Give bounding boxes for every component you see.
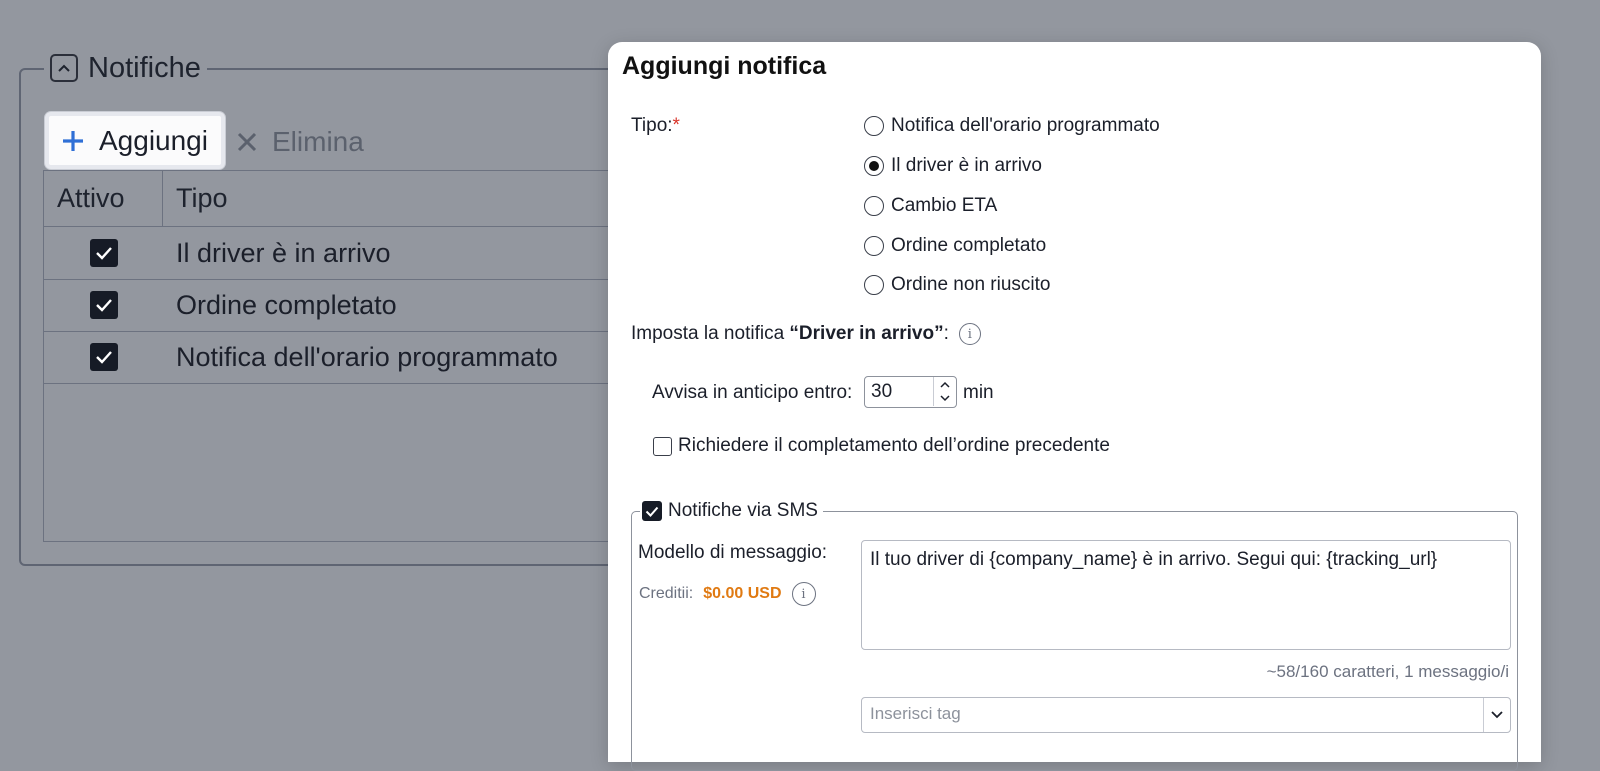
row-type: Notifica dell'orario programmato — [176, 342, 558, 372]
column-divider — [162, 171, 163, 226]
credits-label: Creditii: — [639, 585, 694, 602]
notifications-table: Attivo Tipo Il driver è in arrivo Ordine… — [43, 170, 643, 542]
radio-button[interactable] — [864, 236, 884, 256]
credits-value: $0.00 USD — [703, 585, 782, 602]
require-previous-option[interactable]: Richiedere il completamento dell’ordine … — [653, 435, 1110, 457]
radio-label: Ordine non riuscito — [891, 274, 1051, 295]
radio-option-scheduled[interactable]: Notifica dell'orario programmato — [864, 111, 1160, 141]
setting-name: “Driver in arrivo” — [789, 323, 944, 344]
chevron-down-icon[interactable] — [940, 395, 950, 402]
sms-checkbox[interactable] — [642, 501, 662, 521]
setting-suffix: : — [943, 323, 949, 344]
chevron-up-icon[interactable] — [940, 381, 950, 388]
require-previous-checkbox[interactable] — [653, 436, 672, 456]
active-checkbox[interactable] — [90, 291, 118, 319]
table-row[interactable]: Il driver è in arrivo — [44, 227, 642, 280]
chevron-up-icon — [58, 64, 70, 72]
insert-tag-select[interactable]: Inserisci tag — [861, 697, 1511, 733]
dropdown-toggle[interactable] — [1483, 698, 1510, 732]
dialog-title: Aggiungi notifica — [622, 52, 827, 80]
info-icon[interactable]: i — [958, 323, 981, 345]
active-checkbox[interactable] — [90, 343, 118, 371]
close-icon — [237, 132, 257, 152]
row-type: Ordine completato — [176, 290, 397, 320]
table-row[interactable]: Ordine completato — [44, 279, 642, 332]
radio-option-eta-change[interactable]: Cambio ETA — [864, 191, 997, 221]
credits-row: Creditii: $0.00 USD i — [639, 582, 816, 606]
template-label: Modello di messaggio: — [638, 542, 828, 563]
active-checkbox[interactable] — [90, 239, 118, 267]
tag-placeholder: Inserisci tag — [870, 704, 961, 723]
row-type: Il driver è in arrivo — [176, 238, 391, 268]
radio-label: Il driver è in arrivo — [891, 155, 1042, 176]
radio-button-selected[interactable] — [864, 156, 884, 176]
sms-legend-label: Notifiche via SMS — [668, 500, 818, 521]
add-notification-dialog: Aggiungi notifica Tipo:* Notifica dell'o… — [608, 42, 1541, 771]
advance-label: Avvisa in anticipo entro: — [652, 382, 853, 403]
setting-heading: Imposta la notifica “Driver in arrivo”: … — [631, 323, 981, 345]
radio-label: Ordine completato — [891, 235, 1047, 256]
radio-option-order-failed[interactable]: Ordine non riuscito — [864, 270, 1050, 300]
advance-minutes-input[interactable]: 30 — [864, 376, 957, 408]
radio-label: Notifica dell'orario programmato — [891, 115, 1160, 136]
radio-button[interactable] — [864, 116, 884, 136]
checkmark-icon — [96, 299, 112, 312]
collapse-button[interactable] — [50, 54, 78, 82]
chevron-down-icon — [1491, 711, 1503, 719]
column-header-type: Tipo — [176, 183, 228, 213]
radio-option-driver-arriving[interactable]: Il driver è in arrivo — [864, 151, 1042, 181]
add-button[interactable]: Aggiungi — [45, 112, 225, 169]
notifications-title: Notifiche — [88, 51, 201, 84]
require-previous-label: Richiedere il completamento dell’ordine … — [678, 435, 1110, 456]
checkmark-icon — [645, 506, 659, 517]
add-button-label: Aggiungi — [99, 124, 208, 156]
advance-unit: min — [963, 382, 994, 403]
advance-value: 30 — [871, 381, 893, 402]
character-counter: ~58/160 caratteri, 1 messaggio/i — [1266, 662, 1509, 681]
radio-button[interactable] — [864, 196, 884, 216]
sms-legend[interactable]: Notifiche via SMS — [640, 499, 823, 523]
message-template-textarea[interactable]: Il tuo driver di {company_name} è in arr… — [861, 540, 1511, 650]
setting-prefix: Imposta la notifica — [631, 323, 790, 344]
radio-option-order-completed[interactable]: Ordine completato — [864, 231, 1046, 261]
checkmark-icon — [96, 247, 112, 260]
info-icon[interactable]: i — [791, 582, 816, 606]
column-header-active: Attivo — [57, 183, 125, 213]
radio-button[interactable] — [864, 275, 884, 295]
checkmark-icon — [96, 351, 112, 364]
type-label: Tipo:* — [631, 115, 680, 137]
delete-button-label: Elimina — [272, 126, 364, 157]
table-header: Attivo Tipo — [44, 171, 642, 227]
notifications-legend: Notifiche — [44, 48, 207, 88]
delete-button[interactable]: Elimina — [236, 122, 364, 162]
required-mark: * — [672, 115, 680, 136]
number-stepper[interactable] — [933, 377, 956, 406]
radio-label: Cambio ETA — [891, 195, 998, 216]
table-row[interactable]: Notifica dell'orario programmato — [44, 331, 642, 384]
plus-icon — [63, 130, 83, 151]
type-label-text: Tipo: — [631, 115, 673, 136]
